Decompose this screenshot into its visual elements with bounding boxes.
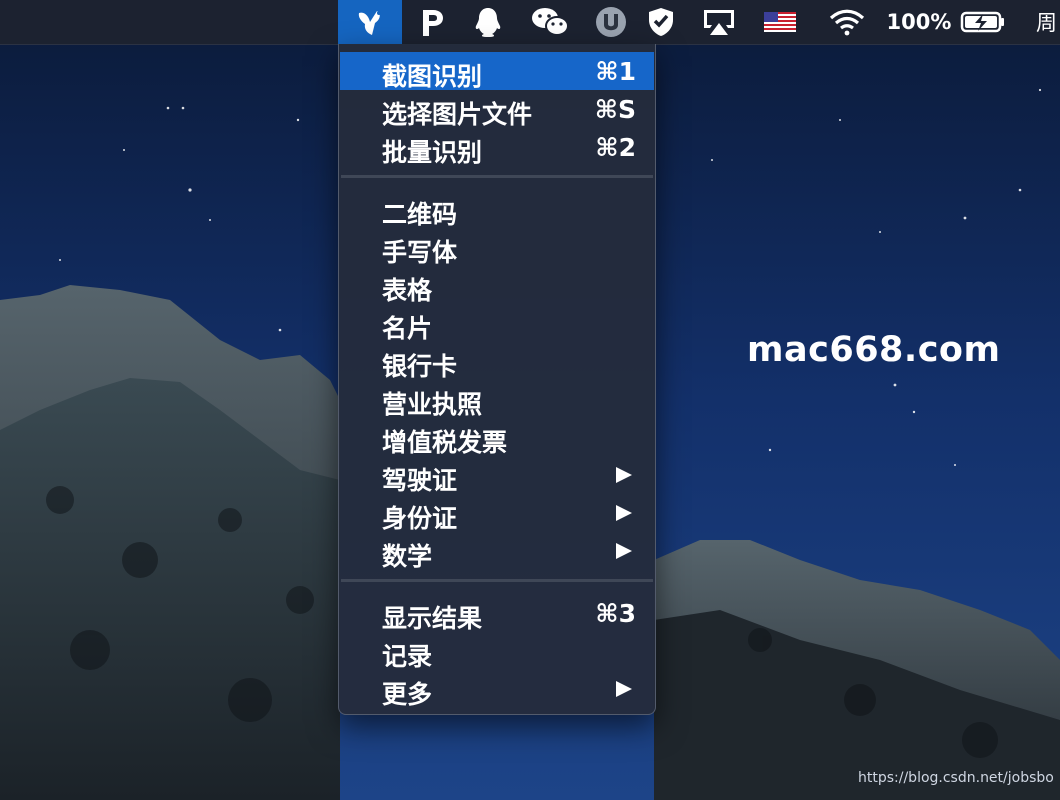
airplay-icon[interactable] [698,0,740,44]
menu-item-label: 营业执照 [382,390,483,419]
scissors-icon[interactable] [338,0,402,44]
menu-item-label: 更多 [382,680,433,709]
menu-item-label: 银行卡 [382,352,458,381]
menu-item-label: 名片 [382,314,433,343]
wechat-icon[interactable] [526,0,574,44]
menu-item-driver-license[interactable]: 驾驶证 [340,456,654,495]
menu-item-qr-code[interactable]: 二维码 [340,190,654,229]
menu-item-label: 驾驶证 [382,466,458,495]
menu-item-screenshot-ocr[interactable]: 截图识别 ⌘1 [340,52,654,91]
menu-item-label: 手写体 [382,238,458,267]
menu-item-label: 数学 [382,542,433,571]
battery-charging-icon[interactable] [956,0,1010,44]
qq-penguin-icon[interactable] [468,0,508,44]
menu-item-label: 增值税发票 [382,428,508,457]
battery-percentage[interactable]: 100% [884,0,954,44]
shield-check-icon[interactable] [642,0,680,44]
menu-item-id-card[interactable]: 身份证 [340,494,654,533]
menu-item-vat-invoice[interactable]: 增值税发票 [340,418,654,457]
menu-item-business-license[interactable]: 营业执照 [340,380,654,419]
menu-item-handwriting[interactable]: 手写体 [340,228,654,267]
menu-item-label: 批量识别 [382,138,483,167]
menu-separator [341,175,653,178]
app-dropdown-menu: 截图识别 ⌘1 选择图片文件 ⌘S 批量识别 ⌘2 二维码 手写体 表格 名片 … [338,44,656,715]
us-flag-icon[interactable] [760,0,800,44]
menu-separator [341,579,653,582]
menu-item-label: 身份证 [382,504,458,533]
p-icon[interactable] [414,0,450,44]
submenu-arrow-icon [616,543,632,559]
credit-url-text: https://blog.csdn.net/jobsbo [858,770,1054,786]
watermark-text: mac668.com [747,330,1001,370]
menu-item-select-image-file[interactable]: 选择图片文件 ⌘S [340,90,654,129]
menu-item-label: 选择图片文件 [382,100,533,129]
submenu-arrow-icon [616,681,632,697]
menu-bar: 100% 周 [0,0,1060,45]
menu-item-table[interactable]: 表格 [340,266,654,305]
menu-item-shortcut: ⌘3 [595,599,636,628]
menu-item-label: 表格 [382,276,433,305]
clock-text[interactable]: 周 [1036,0,1060,44]
menu-item-business-card[interactable]: 名片 [340,304,654,343]
menu-item-shortcut: ⌘2 [595,133,636,162]
menu-item-more[interactable]: 更多 [340,670,654,709]
menu-item-history[interactable]: 记录 [340,632,654,671]
menu-item-shortcut: ⌘1 [595,57,636,86]
menu-item-label: 记录 [382,642,433,671]
wifi-icon[interactable] [824,0,870,44]
menu-item-shortcut: ⌘S [594,95,636,124]
submenu-arrow-icon [616,467,632,483]
menu-item-math[interactable]: 数学 [340,532,654,571]
menu-item-label: 二维码 [382,200,458,229]
menu-item-show-result[interactable]: 显示结果 ⌘3 [340,594,654,633]
menu-item-bank-card[interactable]: 银行卡 [340,342,654,381]
u-circle-icon[interactable] [592,0,630,44]
menu-item-label: 截图识别 [382,62,483,91]
menu-item-label: 显示结果 [382,604,483,633]
menu-item-batch-ocr[interactable]: 批量识别 ⌘2 [340,128,654,167]
submenu-arrow-icon [616,505,632,521]
